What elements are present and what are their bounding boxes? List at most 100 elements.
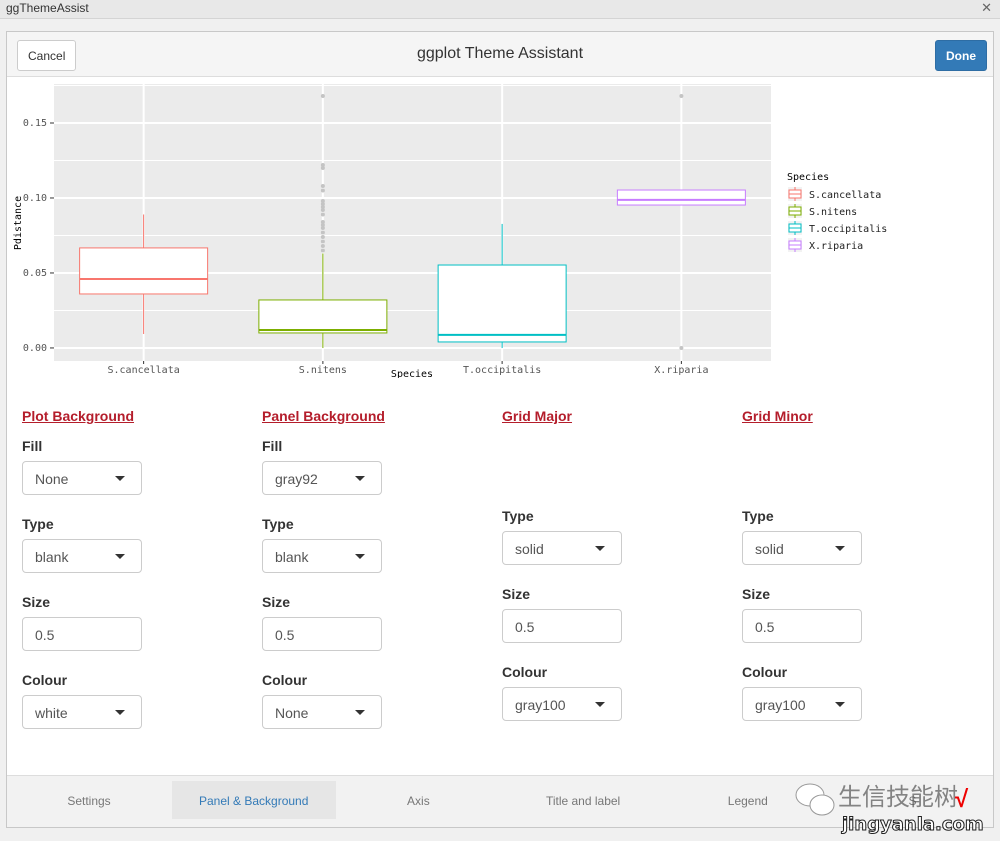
colour-label: Colour (502, 664, 548, 680)
type-label: Type (262, 516, 294, 532)
x-tick-label: S.nitens (299, 365, 347, 376)
legend-label: X.riparia (809, 241, 863, 252)
size-value: 0.5 (35, 627, 55, 643)
dialog-header: Cancel ggplot Theme Assistant Done (7, 32, 993, 77)
section-plot-background: Plot Background Fill None Type blank Size 0.5 C… (22, 408, 222, 750)
x-tick-label: S.cancellata (108, 365, 180, 376)
size-input[interactable]: 0.5 (262, 617, 382, 651)
outlier-point (679, 345, 684, 350)
box (616, 189, 746, 206)
fill-value: None (35, 471, 69, 487)
colour-label: Colour (742, 664, 788, 680)
type-select[interactable]: solid (742, 531, 862, 565)
window-title: ggThemeAssist (6, 1, 89, 15)
outlier-point (320, 183, 325, 188)
type-label: Type (22, 516, 54, 532)
box (258, 299, 388, 334)
plot-panel (54, 84, 771, 361)
type-select[interactable]: solid (502, 531, 622, 565)
type-value: solid (755, 541, 784, 557)
colour-value: gray100 (515, 697, 566, 713)
caret-down-icon (835, 702, 845, 707)
colour-select[interactable]: white (22, 695, 142, 729)
size-value: 0.5 (755, 619, 775, 635)
size-label: Size (22, 594, 51, 610)
size-input[interactable]: 0.5 (742, 609, 862, 643)
fill-select[interactable]: None (22, 461, 142, 495)
plot-preview: 0.00 0.05 0.10 0.15 S.cancellata S.cancellata… (13, 84, 887, 378)
colour-value: white (35, 705, 68, 721)
type-label: Type (502, 508, 534, 524)
y-tick-label: 0.10 (23, 193, 47, 204)
outlier-point (320, 248, 325, 253)
type-value: blank (275, 549, 309, 565)
colour-select[interactable]: None (262, 695, 382, 729)
caret-down-icon (835, 546, 845, 551)
caret-down-icon (355, 710, 365, 715)
size-input[interactable]: 0.5 (22, 617, 142, 651)
outlier-point (320, 188, 325, 193)
section-grid-minor: Grid Minor Type solid Size 0.5 Colour gray100 (742, 408, 942, 742)
theme-assistant-dialog: Cancel ggplot Theme Assistant Done 0.00 0… (6, 31, 994, 828)
tab-bar: Settings Panel & Background Axis Title and … (7, 775, 993, 827)
tab-title-and-label[interactable]: Title and label (501, 781, 665, 819)
size-value: 0.5 (515, 619, 535, 635)
colour-value: None (275, 705, 309, 721)
x-tick-label: X.riparia (654, 365, 708, 376)
window-titlebar: ggThemeAssist ✕ (0, 0, 1000, 19)
section-heading: Grid Minor (742, 408, 813, 424)
size-value: 0.5 (275, 627, 295, 643)
outlier-point (320, 198, 325, 203)
caret-down-icon (115, 710, 125, 715)
fill-label: Fill (22, 438, 43, 454)
box (437, 264, 567, 343)
colour-label: Colour (262, 672, 308, 688)
type-value: solid (515, 541, 544, 557)
size-input[interactable]: 0.5 (502, 609, 622, 643)
y-tick-label: 0.05 (23, 268, 47, 279)
done-button[interactable]: Done (935, 40, 987, 71)
size-label: Size (262, 594, 291, 610)
tab-panel-background[interactable]: Panel & Background (171, 781, 336, 819)
outlier-point (320, 212, 325, 217)
outlier-point (320, 93, 325, 98)
legend-label: T.occipitalis (809, 224, 887, 235)
section-grid-major: Grid Major Type solid Size 0.5 Colour gray100 (502, 408, 702, 742)
box (79, 247, 209, 295)
tab-legend[interactable]: Legend (666, 781, 830, 819)
size-label: Size (742, 586, 771, 602)
section-panel-background: Panel Background Fill gray92 Type blank Size 0… (262, 408, 462, 750)
outlier-point (679, 93, 684, 98)
outlier-point (320, 219, 325, 224)
x-tick-label: T.occipitalis (463, 365, 541, 376)
outlier-point (320, 162, 325, 167)
tab-settings[interactable]: Settings (7, 781, 171, 819)
colour-select[interactable]: gray100 (502, 687, 622, 721)
type-value: blank (35, 549, 69, 565)
section-heading: Grid Major (502, 408, 573, 424)
caret-down-icon (595, 546, 605, 551)
legend-label: S.cancellata (809, 190, 881, 201)
caret-down-icon (595, 702, 605, 707)
colour-value: gray100 (755, 697, 806, 713)
fill-value: gray92 (275, 471, 318, 487)
outlier-point (320, 230, 325, 235)
type-select[interactable]: blank (22, 539, 142, 573)
dialog-title: ggplot Theme Assistant (416, 45, 584, 62)
y-tick-label: 0.15 (23, 118, 47, 129)
close-icon[interactable]: ✕ (981, 0, 992, 16)
fill-select[interactable]: gray92 (262, 461, 382, 495)
outlier-point (320, 239, 325, 244)
type-label: Type (742, 508, 774, 524)
colour-select[interactable]: gray100 (742, 687, 862, 721)
outlier-point (320, 243, 325, 248)
y-axis-title: Pdistance (13, 196, 24, 250)
outlier-point (320, 234, 325, 239)
fill-label: Fill (262, 438, 283, 454)
tab-axis[interactable]: Axis (336, 781, 500, 819)
tab-s[interactable]: S (831, 781, 995, 819)
type-select[interactable]: blank (262, 539, 382, 573)
colour-label: Colour (22, 672, 68, 688)
caret-down-icon (355, 554, 365, 559)
caret-down-icon (115, 554, 125, 559)
